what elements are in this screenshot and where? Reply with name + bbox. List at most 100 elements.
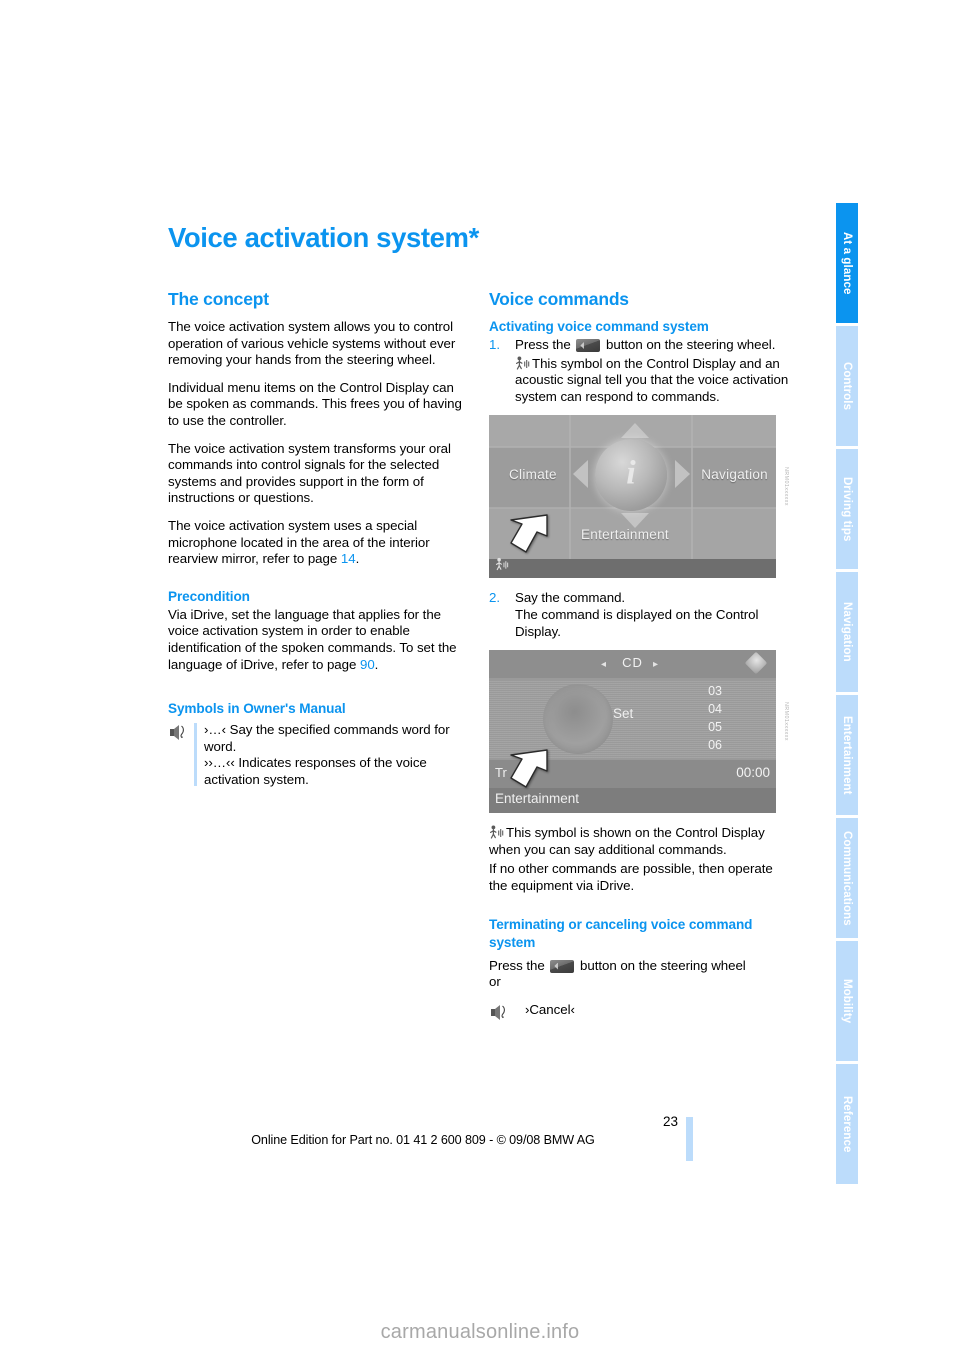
terminating-text-after: button on the steering wheel [576,957,746,973]
page-title: Voice activation system* [168,222,479,253]
concept-paragraph-1: The voice activation system allows you t… [168,319,456,368]
site-watermark: carmanualsonline.info [380,1321,580,1343]
voice-command-icon [169,724,189,746]
footer-accent-bar [686,1117,693,1161]
symbol-note-paragraph-1: This symbol is shown on the Control Disp… [489,825,789,858]
cd-header-bar: ◂ CD ▸ [489,650,776,679]
tab-label: Entertainment [841,715,853,795]
tab-label: Driving tips [841,476,853,542]
menu-arrow-right-icon [675,460,690,489]
tab-mobility[interactable]: Mobility [836,941,858,1061]
steering-wheel-button-icon [550,959,575,973]
tab-reference[interactable]: Reference [836,1064,858,1184]
idrive-cd-canvas: ◂ CD ▸ Set 03 04 05 06 Tr 00:00 Entertai… [489,650,776,814]
symbols-legend-line-1: ›…‹ Say the specified commands word for … [204,722,450,754]
cd-source-title: CD [622,655,643,671]
tab-label: Controls [841,361,853,411]
tab-communications[interactable]: Communications [836,818,858,938]
step-2-line-1: Say the command. [515,590,626,606]
heading-the-concept: The concept [168,289,269,309]
cancel-command-text: ›Cancel‹ [525,1001,575,1017]
cd-track-item[interactable]: 04 [708,700,722,718]
tab-label: Mobility [841,978,853,1024]
cancel-command-block: ›Cancel‹ [489,1001,789,1020]
step-2: 2. Say the command. The command is displ… [489,590,789,640]
legend-rule [194,723,197,787]
concept-paragraph-4: The voice activation system uses a speci… [168,518,468,568]
heading-symbols-in-owners-manual: Symbols in Owner's Manual [168,701,346,717]
heading-voice-commands: Voice commands [489,289,629,309]
page-reference-90[interactable]: 90 [360,657,375,672]
tab-label: Reference [841,1095,853,1153]
step-1-number: 1. [489,337,501,352]
figure-code: NRM01xxxxxx [783,467,789,507]
menu-grid-line [691,415,693,560]
tab-entertainment[interactable]: Entertainment [836,695,858,815]
menu-status-bar [489,559,776,579]
tab-label: Communications [841,830,853,926]
voice-active-symbol-icon [515,356,530,370]
concept-microphone-period: . [355,551,360,567]
heading-precondition: Precondition [168,588,250,604]
idrive-main-menu-screenshot: i Climate Navigation Entertainment [489,415,776,579]
cd-disc-graphic [543,684,613,755]
info-icon: i [626,454,636,492]
tab-driving-tips[interactable]: Driving tips [836,449,858,569]
step-2-line-2: The command is displayed on the Control … [515,606,759,639]
figure-idrive-main-menu: i Climate Navigation Entertainment NRM01… [489,415,789,579]
symbol-note-paragraph-2: If no other commands are possible, then … [489,861,773,893]
figure-idrive-cd: ◂ CD ▸ Set 03 04 05 06 Tr 00:00 Entertai… [489,650,789,814]
section-tab-rail[interactable]: At a glance Controls Driving tips Naviga… [836,203,858,1184]
page-reference-14[interactable]: 14 [341,551,356,566]
terminating-text-before: Press the [489,957,549,973]
menu-arrow-up-icon [621,423,649,439]
voice-active-symbol-icon [489,825,504,839]
steering-wheel-button-icon [576,339,601,352]
terminating-or: or [489,974,501,990]
footer-edition-line: Online Edition for Part no. 01 41 2 600 … [251,1133,595,1147]
concept-microphone-text: The voice activation system uses a speci… [168,517,430,567]
symbols-legend-line-2: ››…‹‹ Indicates responses of the voice a… [204,755,427,787]
heading-activating-voice-command-system: Activating voice command system [489,319,709,334]
cd-track-item[interactable]: 03 [708,682,722,700]
step-1-text-before: Press the [515,337,575,352]
step-1-note-text: This symbol on the Control Display and a… [515,355,789,404]
step-1-note: This symbol on the Control Display and a… [515,356,789,406]
concept-paragraph-3: The voice activation system transforms y… [168,440,451,506]
menu-center-orb[interactable]: i [595,439,667,512]
menu-item-navigation[interactable]: Navigation [701,467,768,482]
step-1-text-after: button on the steering wheel. [602,337,776,352]
tab-controls[interactable]: Controls [836,326,858,446]
concept-paragraph-2: Individual menu items on the Control Dis… [168,379,462,428]
symbols-legend-block: ›…‹ Say the specified commands word for … [168,722,468,788]
cd-prev-arrow-icon[interactable]: ◂ [601,659,606,670]
manual-page: At a glance Controls Driving tips Naviga… [0,0,960,1358]
menu-arrow-left-icon [573,460,588,489]
tab-label: Navigation [841,602,853,662]
page-number: 23 [662,1114,678,1129]
precondition-paragraph: Via iDrive, set the language that applie… [168,607,468,673]
menu-grid-line [569,415,571,560]
cd-track-list[interactable]: 03 04 05 06 [708,682,722,754]
step-1: 1. Press the button on the steering whee… [489,337,789,405]
step-1-text: Press the button on the steering wheel. [515,337,789,354]
cd-track-item[interactable]: 05 [708,718,722,736]
heading-terminating-or-canceling: Terminating or canceling voice command s… [489,916,753,950]
figure-code: NRM01xxxxxx [783,702,789,742]
menu-item-entertainment[interactable]: Entertainment [581,527,669,542]
precondition-period: . [374,656,379,672]
menu-item-climate[interactable]: Climate [509,467,557,482]
idrive-menu-canvas: i Climate Navigation Entertainment [489,415,776,579]
menu-arrow-down-icon [621,513,649,529]
right-column: Voice commands Activating voice command … [489,289,789,1020]
tab-navigation[interactable]: Navigation [836,572,858,692]
cd-next-arrow-icon[interactable]: ▸ [653,659,658,670]
tab-label: At a glance [841,231,853,295]
terminating-instruction: Press the button on the steering wheel [489,958,789,975]
cd-options-diamond-icon[interactable] [744,651,768,675]
cd-track-item[interactable]: 06 [708,736,722,754]
tab-at-a-glance[interactable]: At a glance [836,203,858,323]
